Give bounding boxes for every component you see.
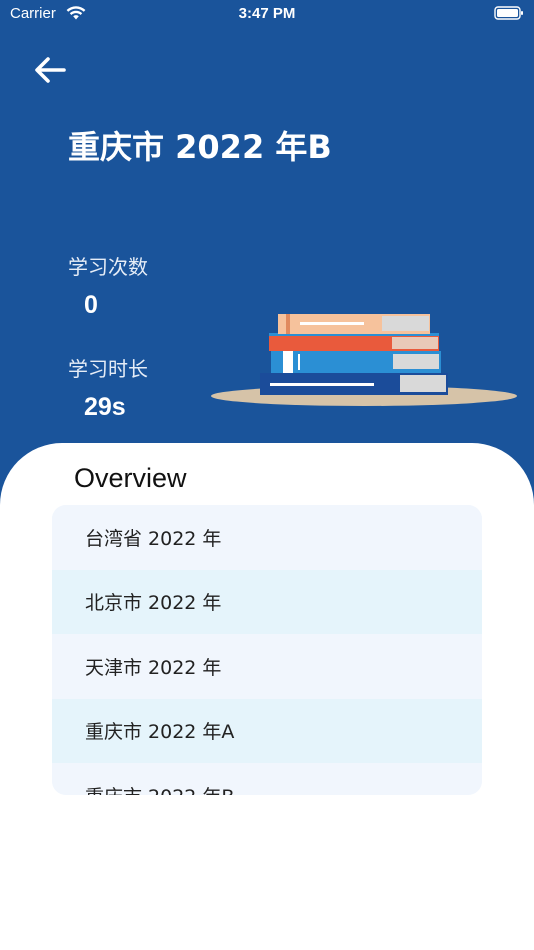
battery-icon xyxy=(494,5,524,21)
list-item[interactable]: 北京市 2022 年 xyxy=(52,569,482,634)
stack-of-books-illustration xyxy=(210,305,520,410)
status-bar: Carrier 3:47 PM xyxy=(0,0,534,28)
list-item[interactable]: 重庆市 2022 年B xyxy=(52,763,482,795)
overview-title: Overview xyxy=(74,463,187,493)
page-title: 重庆市 2022 年B xyxy=(68,128,332,166)
status-time: 3:47 PM xyxy=(238,5,296,22)
study-count-label: 学习次数 xyxy=(68,255,148,279)
list-item-label: 重庆市 2022 年A xyxy=(85,721,235,744)
list-item-label: 北京市 2022 年 xyxy=(85,592,222,615)
study-time-label: 学习时长 xyxy=(68,357,148,381)
overview-list[interactable]: 台湾省 2022 年 北京市 2022 年 天津市 2022 年 重庆市 202… xyxy=(52,505,482,795)
list-item[interactable]: 天津市 2022 年 xyxy=(52,634,482,699)
list-item-label: 台湾省 2022 年 xyxy=(85,527,222,550)
list-item-label: 重庆市 2022 年B xyxy=(85,782,234,795)
back-button[interactable] xyxy=(30,52,70,88)
list-item-label: 天津市 2022 年 xyxy=(85,656,222,679)
arrow-left-icon xyxy=(35,57,66,83)
list-item[interactable]: 台湾省 2022 年 xyxy=(52,505,482,570)
list-item[interactable]: 重庆市 2022 年A xyxy=(52,698,482,763)
study-time-value: 29s xyxy=(84,393,126,421)
study-count-value: 0 xyxy=(84,291,98,319)
